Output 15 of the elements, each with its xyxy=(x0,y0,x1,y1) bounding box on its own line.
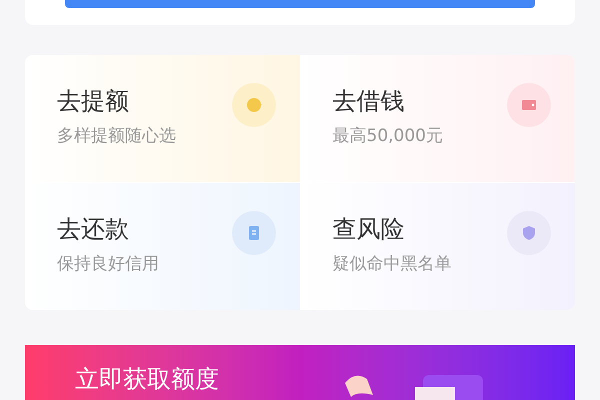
shield-icon xyxy=(507,211,551,255)
tile-title: 去还款 xyxy=(57,214,130,245)
banner-title: 立即获取额度 xyxy=(75,364,219,395)
tile-subtitle: 保持良好信用 xyxy=(57,253,159,276)
wallet-icon xyxy=(507,83,551,127)
tile-subtitle: 多样提额随心选 xyxy=(57,125,176,148)
primary-button[interactable] xyxy=(65,0,535,8)
coin-icon xyxy=(232,83,276,127)
tile-subtitle: 疑似命中黑名单 xyxy=(332,253,452,276)
promo-banner[interactable]: 立即获取额度 xyxy=(25,345,575,400)
tile-title: 查风险 xyxy=(332,214,406,245)
bill-icon xyxy=(232,211,276,255)
tile-title: 去提额 xyxy=(57,86,130,117)
tile-title: 去借钱 xyxy=(332,86,406,117)
tile-subtitle: 最高50,000元 xyxy=(332,125,443,148)
